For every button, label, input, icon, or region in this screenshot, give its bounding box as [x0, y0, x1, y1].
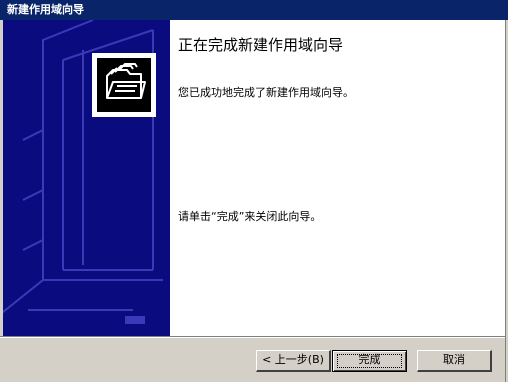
button-bar: < 上一步(B) 完成 取消 [0, 336, 505, 382]
instruction-text: 请单击“完成”来关闭此向导。 [178, 210, 322, 223]
completion-message: 您已成功地完成了新建作用域向导。 [178, 86, 354, 99]
cancel-button[interactable]: 取消 [417, 350, 492, 372]
back-button[interactable]: < 上一步(B) [256, 350, 331, 372]
focus-rectangle [337, 354, 402, 368]
window-title: 新建作用域向导 [7, 3, 84, 16]
page-title: 正在完成新建作用域向导 [178, 36, 344, 54]
title-bar[interactable]: 新建作用域向导 [0, 0, 508, 20]
finish-button[interactable]: 完成 [332, 350, 407, 372]
folder-stack-icon [92, 53, 156, 117]
wizard-side-banner [3, 20, 170, 336]
wizard-content: 正在完成新建作用域向导 您已成功地完成了新建作用域向导。 请单击“完成”来关闭此… [170, 20, 505, 336]
